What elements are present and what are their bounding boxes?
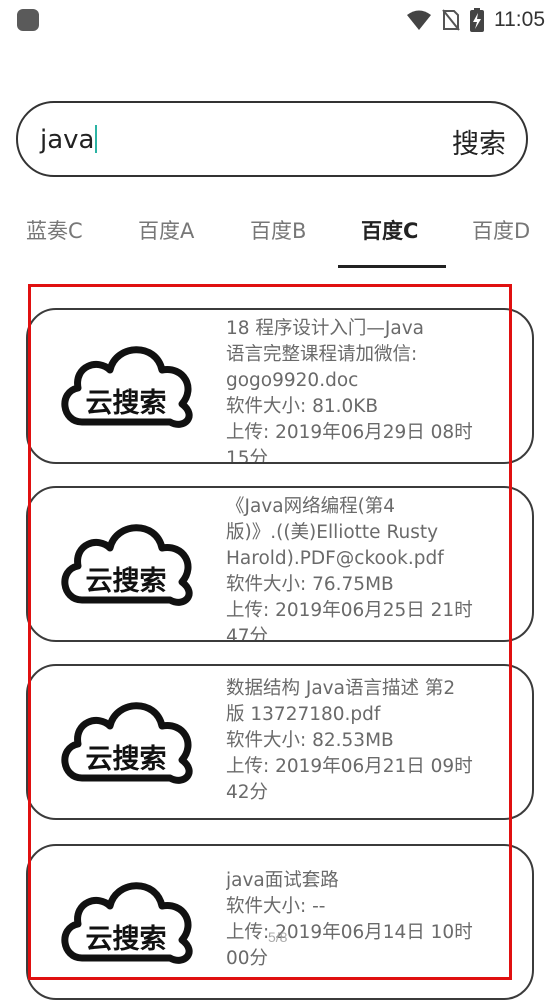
- logo-text: 云搜索: [86, 924, 167, 955]
- result-title-line: 语言完整课程请加微信:: [226, 344, 418, 365]
- page-indicator: 5/8: [268, 929, 288, 945]
- result-item[interactable]: 云搜索 《Java网络编程(第4 版)》.((美)Elliotte Rusty …: [26, 486, 534, 642]
- result-upload-time: 42分: [226, 782, 269, 803]
- result-upload-time: 15分: [226, 448, 269, 464]
- result-size: 软件大小: 76.75MB: [226, 574, 394, 595]
- result-title-line: 版)》.((美)Elliotte Rusty: [226, 522, 439, 543]
- result-item[interactable]: 云搜索 数据结构 Java语言描述 第2 版 13727180.pdf 软件大小…: [26, 664, 534, 820]
- result-title-line: 《Java网络编程(第4: [226, 496, 396, 517]
- result-title-line: java面试套路: [226, 870, 339, 891]
- result-upload-time: 47分: [226, 626, 269, 642]
- result-title-line: 18 程序设计入门—Java: [226, 318, 424, 339]
- result-title-line: gogo9920.doc: [226, 370, 359, 391]
- result-info: 18 程序设计入门—Java 语言完整课程请加微信: gogo9920.doc …: [226, 316, 522, 464]
- cloud-search-logo: 云搜索: [61, 524, 193, 606]
- result-item[interactable]: 云搜索 18 程序设计入门—Java 语言完整课程请加微信: gogo9920.…: [26, 308, 534, 464]
- result-upload-time: 上传: 2019年06月21日 09时: [226, 756, 473, 777]
- logo-text: 云搜索: [86, 744, 167, 775]
- logo-text: 云搜索: [86, 566, 167, 597]
- cloud-search-logo: 云搜索: [61, 882, 193, 964]
- result-item[interactable]: 云搜索 java面试套路 软件大小: -- 上传: 2019年06月14日 10…: [26, 844, 534, 1000]
- result-list: 云搜索 18 程序设计入门—Java 语言完整课程请加微信: gogo9920.…: [0, 0, 559, 1000]
- result-info: 数据结构 Java语言描述 第2 版 13727180.pdf 软件大小: 82…: [226, 676, 522, 806]
- result-title-line: 数据结构 Java语言描述 第2: [226, 678, 456, 699]
- logo-text: 云搜索: [86, 388, 167, 419]
- result-info: 《Java网络编程(第4 版)》.((美)Elliotte Rusty Haro…: [226, 494, 522, 642]
- result-upload-time: 上传: 2019年06月29日 08时: [226, 422, 473, 443]
- result-size: 软件大小: 82.53MB: [226, 730, 394, 751]
- result-size: 软件大小: 81.0KB: [226, 396, 379, 417]
- result-upload-time: 上传: 2019年06月25日 21时: [226, 600, 473, 621]
- result-info: java面试套路 软件大小: -- 上传: 2019年06月14日 10时 00…: [226, 868, 522, 972]
- result-title-line: Harold).PDF@ckook.pdf: [226, 548, 444, 569]
- cloud-search-logo: 云搜索: [61, 702, 193, 784]
- result-title-line: 版 13727180.pdf: [226, 704, 381, 725]
- result-size: 软件大小: --: [226, 896, 326, 917]
- cloud-search-logo: 云搜索: [61, 346, 193, 428]
- result-upload-time: 00分: [226, 948, 269, 969]
